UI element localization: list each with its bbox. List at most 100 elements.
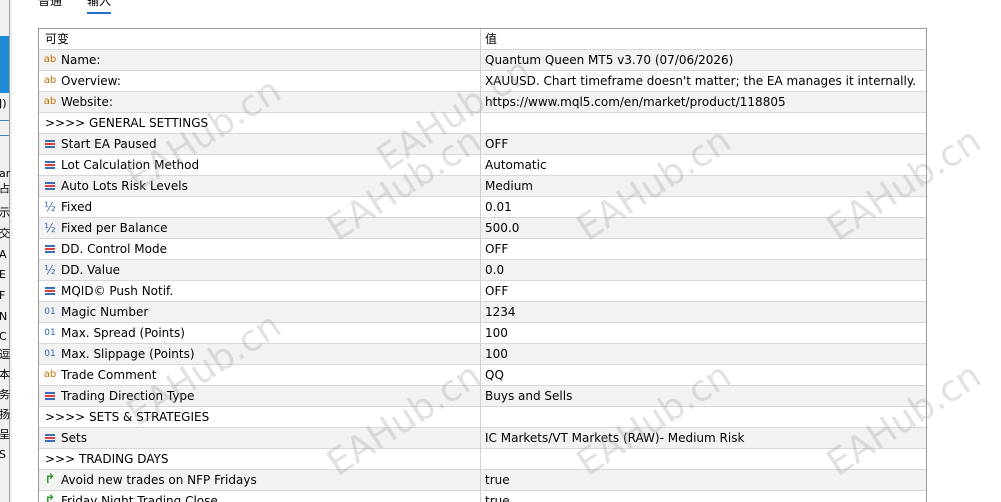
value-cell[interactable]: 0.01: [481, 197, 926, 218]
column-header-variable[interactable]: 可变: [39, 29, 481, 50]
value-cell[interactable]: [481, 449, 926, 470]
table-row[interactable]: ½ DD. Value 0.0: [39, 260, 926, 281]
table-row[interactable]: ab Overview: XAUUSD. Chart timeframe doesn…: [39, 71, 926, 92]
value-cell[interactable]: Automatic: [481, 155, 926, 176]
table-row[interactable]: ↱ Avoid new trades on NFP Fridays true: [39, 470, 926, 491]
ab-string-icon: ab: [43, 369, 57, 380]
table-row[interactable]: 01 Max. Slippage (Points) 100: [39, 344, 926, 365]
value-cell[interactable]: https://www.mql5.com/en/market/product/1…: [481, 92, 926, 113]
variable-cell[interactable]: ↱ Friday Night Trading Close: [39, 491, 481, 502]
variable-cell[interactable]: ↱ Avoid new trades on NFP Fridays: [39, 470, 481, 491]
variable-cell[interactable]: >>> TRADING DAYS: [39, 449, 481, 470]
variable-cell[interactable]: 01 Max. Slippage (Points): [39, 344, 481, 365]
table-row[interactable]: Auto Lots Risk Levels Medium: [39, 176, 926, 197]
variable-value: IC Markets/VT Markets (RAW)- Medium Risk: [485, 431, 745, 445]
value-cell[interactable]: 0.0: [481, 260, 926, 281]
table-row[interactable]: Sets IC Markets/VT Markets (RAW)- Medium …: [39, 428, 926, 449]
value-cell[interactable]: XAUUSD. Chart timeframe doesn't matter; …: [481, 71, 926, 92]
section-header-row[interactable]: >>>> SETS & STRATEGIES: [39, 407, 926, 428]
tab-common[interactable]: 普通: [38, 0, 62, 8]
value-cell[interactable]: true: [481, 470, 926, 491]
value-cell[interactable]: Medium: [481, 176, 926, 197]
table-row[interactable]: ab Trade Comment QQ: [39, 365, 926, 386]
value-cell[interactable]: OFF: [481, 239, 926, 260]
variable-cell[interactable]: Start EA Paused: [39, 134, 481, 155]
variable-name: Friday Night Trading Close: [61, 494, 218, 502]
value-cell[interactable]: 500.0: [481, 218, 926, 239]
variable-name: Auto Lots Risk Levels: [61, 179, 188, 193]
value-cell[interactable]: true: [481, 491, 926, 502]
table-row[interactable]: MQID© Push Notif. OFF: [39, 281, 926, 302]
table-row[interactable]: Start EA Paused OFF: [39, 134, 926, 155]
variable-cell[interactable]: Sets: [39, 428, 481, 449]
variable-cell[interactable]: ½ Fixed per Balance: [39, 218, 481, 239]
variable-cell[interactable]: >>>> GENERAL SETTINGS: [39, 113, 481, 134]
table-row[interactable]: DD. Control Mode OFF: [39, 239, 926, 260]
background-window-text: 示: [0, 206, 10, 219]
enum-icon: [43, 284, 57, 298]
variable-name: MQID© Push Notif.: [61, 284, 174, 298]
background-window-text: E: [0, 268, 6, 281]
variable-cell[interactable]: ab Name:: [39, 50, 481, 71]
variable-cell[interactable]: Lot Calculation Method: [39, 155, 481, 176]
background-window-text: 交: [0, 227, 10, 240]
int-icon: 01: [44, 328, 56, 338]
table-row[interactable]: 01 Max. Spread (Points) 100: [39, 323, 926, 344]
table-row[interactable]: ½ Fixed per Balance 500.0: [39, 218, 926, 239]
value-cell[interactable]: 1234: [481, 302, 926, 323]
variable-cell[interactable]: 01 Max. Spread (Points): [39, 323, 481, 344]
table-row[interactable]: ab Name: Quantum Queen MT5 v3.70 (07/06/20…: [39, 50, 926, 71]
variable-name: DD. Value: [61, 263, 121, 277]
value-cell[interactable]: OFF: [481, 134, 926, 155]
enum-icon: [43, 158, 57, 172]
bool-icon: ↱: [44, 493, 56, 502]
variable-cell[interactable]: Auto Lots Risk Levels: [39, 176, 481, 197]
variable-cell[interactable]: MQID© Push Notif.: [39, 281, 481, 302]
value-cell[interactable]: QQ: [481, 365, 926, 386]
value-cell[interactable]: [481, 407, 926, 428]
variable-name: Trading Direction Type: [61, 389, 195, 403]
variable-cell[interactable]: ½ DD. Value: [39, 260, 481, 281]
variable-name: DD. Control Mode: [61, 242, 167, 256]
variable-value: 1234: [485, 305, 516, 319]
table-row[interactable]: Trading Direction Type Buys and Sells: [39, 386, 926, 407]
enum-icon: [43, 137, 57, 151]
value-cell[interactable]: IC Markets/VT Markets (RAW)- Medium Risk: [481, 428, 926, 449]
table-row[interactable]: ab Website: https://www.mql5.com/en/market…: [39, 92, 926, 113]
variable-cell[interactable]: >>>> SETS & STRATEGIES: [39, 407, 481, 428]
value-cell[interactable]: 100: [481, 344, 926, 365]
background-window-strip: J) ar 占示交 A E F N C 逗本务扬呈 S: [0, 0, 12, 502]
variable-name: Magic Number: [61, 305, 149, 319]
variable-name: Overview:: [61, 74, 121, 88]
value-cell[interactable]: Quantum Queen MT5 v3.70 (07/06/2026): [481, 50, 926, 71]
column-header-value[interactable]: 值: [481, 29, 926, 50]
column-header-variable-label: 可变: [45, 32, 70, 46]
value-cell[interactable]: OFF: [481, 281, 926, 302]
double-icon: ½: [44, 221, 56, 235]
variable-cell[interactable]: ab Overview:: [39, 71, 481, 92]
variable-cell[interactable]: ab Trade Comment: [39, 365, 481, 386]
variable-cell[interactable]: Trading Direction Type: [39, 386, 481, 407]
background-window-text: 占: [0, 182, 10, 195]
variable-cell[interactable]: ½ Fixed: [39, 197, 481, 218]
double-icon: ½: [44, 263, 56, 277]
table-row[interactable]: ½ Fixed 0.01: [39, 197, 926, 218]
background-window-text: F: [0, 289, 6, 302]
value-cell[interactable]: Buys and Sells: [481, 386, 926, 407]
value-cell[interactable]: [481, 113, 926, 134]
table-row[interactable]: 01 Magic Number 1234: [39, 302, 926, 323]
variable-name: Start EA Paused: [61, 137, 157, 151]
table-row[interactable]: Lot Calculation Method Automatic: [39, 155, 926, 176]
section-header-row[interactable]: >>> TRADING DAYS: [39, 449, 926, 470]
variable-cell[interactable]: DD. Control Mode: [39, 239, 481, 260]
variable-cell[interactable]: ab Website:: [39, 92, 481, 113]
variable-value: true: [485, 494, 510, 502]
variable-name: Fixed per Balance: [61, 221, 168, 235]
table-header-row: 可变 值: [39, 29, 926, 50]
variable-value: 0.01: [485, 200, 512, 214]
value-cell[interactable]: 100: [481, 323, 926, 344]
variable-cell[interactable]: 01 Magic Number: [39, 302, 481, 323]
table-row[interactable]: ↱ Friday Night Trading Close true: [39, 491, 926, 502]
tab-inputs[interactable]: 输入: [87, 0, 111, 8]
section-header-row[interactable]: >>>> GENERAL SETTINGS: [39, 113, 926, 134]
